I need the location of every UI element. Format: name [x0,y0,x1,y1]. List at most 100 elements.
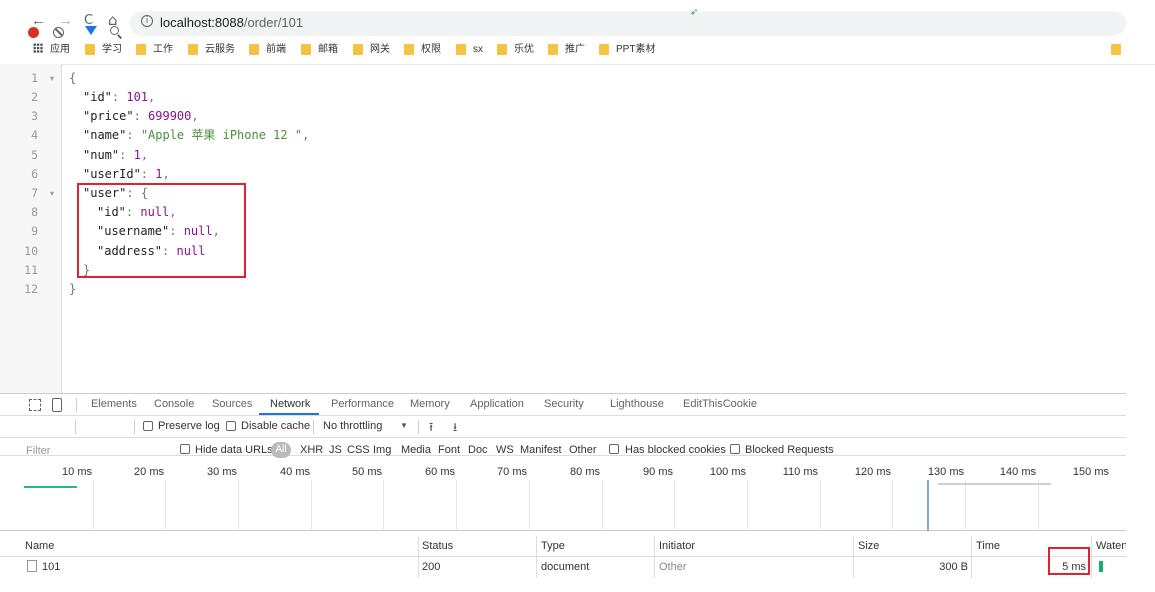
tab-lighthouse[interactable]: Lighthouse [610,398,664,410]
device-toolbar-icon[interactable] [52,398,62,412]
type-filter-ws[interactable]: WS [496,444,514,456]
json-value: 1 [133,148,141,162]
info-icon[interactable]: i [141,15,153,27]
fold-toggle-icon[interactable]: ▾ [50,69,54,88]
request-type: document [541,561,590,573]
bookmark-item[interactable]: 工作 [153,44,173,56]
timeline-tick: 10 ms [62,466,92,478]
has-blocked-cookies-checkbox[interactable] [609,444,619,454]
chevron-down-icon[interactable]: ▼ [400,421,408,430]
export-har-icon[interactable]: ⭳ [453,418,457,439]
timeline-tick: 150 ms [1072,466,1109,478]
extension-icon[interactable]: ➶ [690,7,698,18]
tab-elements[interactable]: Elements [91,398,137,410]
filter-input[interactable]: Filter [26,445,50,457]
search-icon[interactable] [110,26,119,35]
tab-memory[interactable]: Memory [410,398,450,410]
type-filter-js[interactable]: JS [329,444,342,456]
line-number: 1 [31,71,38,85]
blocked-requests-label: Blocked Requests [745,444,834,456]
overview-request-bar [24,486,77,488]
bookmark-item[interactable]: 推广 [565,44,585,56]
hide-data-urls-checkbox[interactable] [180,444,190,454]
timeline-tick: 120 ms [854,466,891,478]
bookmark-item[interactable]: 邮箱 [318,44,338,56]
tab-application[interactable]: Application [470,398,524,410]
tab-performance[interactable]: Performance [331,398,394,410]
inspect-element-icon[interactable] [29,399,41,411]
bookmark-item[interactable]: PPT素材 [616,44,655,56]
bookmark-item[interactable]: sx [473,44,483,56]
timeline-tick: 50 ms [352,466,382,478]
waterfall-bar [1099,561,1103,572]
timeline-tick: 30 ms [207,466,237,478]
type-filter-css[interactable]: CSS [347,444,370,456]
active-tab-indicator [259,413,319,415]
filter-icon[interactable] [85,26,97,35]
type-filter-xhr[interactable]: XHR [300,444,323,456]
column-header-waterfall[interactable]: Waterfall [1096,540,1126,552]
line-number: 6 [31,167,38,181]
timeline-gridline [674,480,675,531]
bookmark-apps[interactable]: 应用 [50,44,70,56]
divider [134,420,135,434]
timeline-gridline [93,480,94,531]
disable-cache-checkbox[interactable] [226,421,236,431]
tab-security[interactable]: Security [544,398,584,410]
disable-cache-label: Disable cache [241,420,311,432]
folder-icon [599,44,609,55]
folder-icon [353,44,363,55]
other-bookmarks-folder-icon[interactable] [1111,44,1121,55]
column-header-initiator[interactable]: Initiator [659,540,695,552]
timeline-tick: 110 ms [782,466,818,478]
request-name[interactable]: 101 [42,561,60,573]
record-button[interactable] [28,27,39,38]
type-filter-font[interactable]: Font [438,444,460,456]
type-filter-all[interactable]: All [271,442,291,458]
timeline-tick: 70 ms [497,466,527,478]
json-value: 699900 [148,109,192,123]
folder-icon [249,44,259,55]
column-header-type[interactable]: Type [541,540,565,552]
import-har-icon[interactable]: ⭱ [429,418,433,439]
bookmark-item[interactable]: 权限 [421,44,441,56]
bookmark-item[interactable]: 乐优 [514,44,534,56]
bookmark-item[interactable]: 网关 [370,44,390,56]
apps-grid-icon[interactable] [33,43,43,53]
throttling-select[interactable]: No throttling [323,420,382,432]
brace-open: { [69,71,77,85]
type-filter-img[interactable]: Img [373,444,391,456]
column-header-name[interactable]: Name [25,540,54,552]
json-key: "num" [83,148,120,162]
clear-icon[interactable] [53,27,64,38]
bookmark-item[interactable]: 前端 [266,44,286,56]
bookmark-item[interactable]: 学习 [102,44,122,56]
column-header-status[interactable]: Status [422,540,453,552]
type-filter-doc[interactable]: Doc [468,444,488,456]
fold-toggle-icon[interactable]: ▾ [50,184,54,203]
type-filter-manifest[interactable]: Manifest [520,444,562,456]
bookmark-item[interactable]: 云服务 [205,44,235,56]
blocked-requests-checkbox[interactable] [730,444,740,454]
tab-console[interactable]: Console [154,398,194,410]
json-line: { [69,69,76,88]
timeline-gridline [238,480,239,531]
timeline-gridline [1038,480,1039,531]
timeline-gridline [456,480,457,531]
tab-sources[interactable]: Sources [212,398,252,410]
url-text[interactable]: localhost:8088/order/101 [160,15,303,30]
tab-network[interactable]: Network [270,398,310,410]
line-number: 10 [24,244,38,258]
type-filter-media[interactable]: Media [401,444,431,456]
json-value: "Apple 苹果 iPhone 12 " [140,128,303,142]
preserve-log-checkbox[interactable] [143,421,153,431]
column-header-size[interactable]: Size [858,540,879,552]
line-number: 2 [31,90,38,104]
tab-editthiscookie[interactable]: EditThisCookie [683,398,757,410]
column-header-time[interactable]: Time [976,540,1000,552]
type-filter-other[interactable]: Other [569,444,597,456]
json-key: "name" [83,128,127,142]
folder-icon [136,44,146,55]
line-number: 7 [31,186,38,200]
column-divider [1091,536,1092,578]
